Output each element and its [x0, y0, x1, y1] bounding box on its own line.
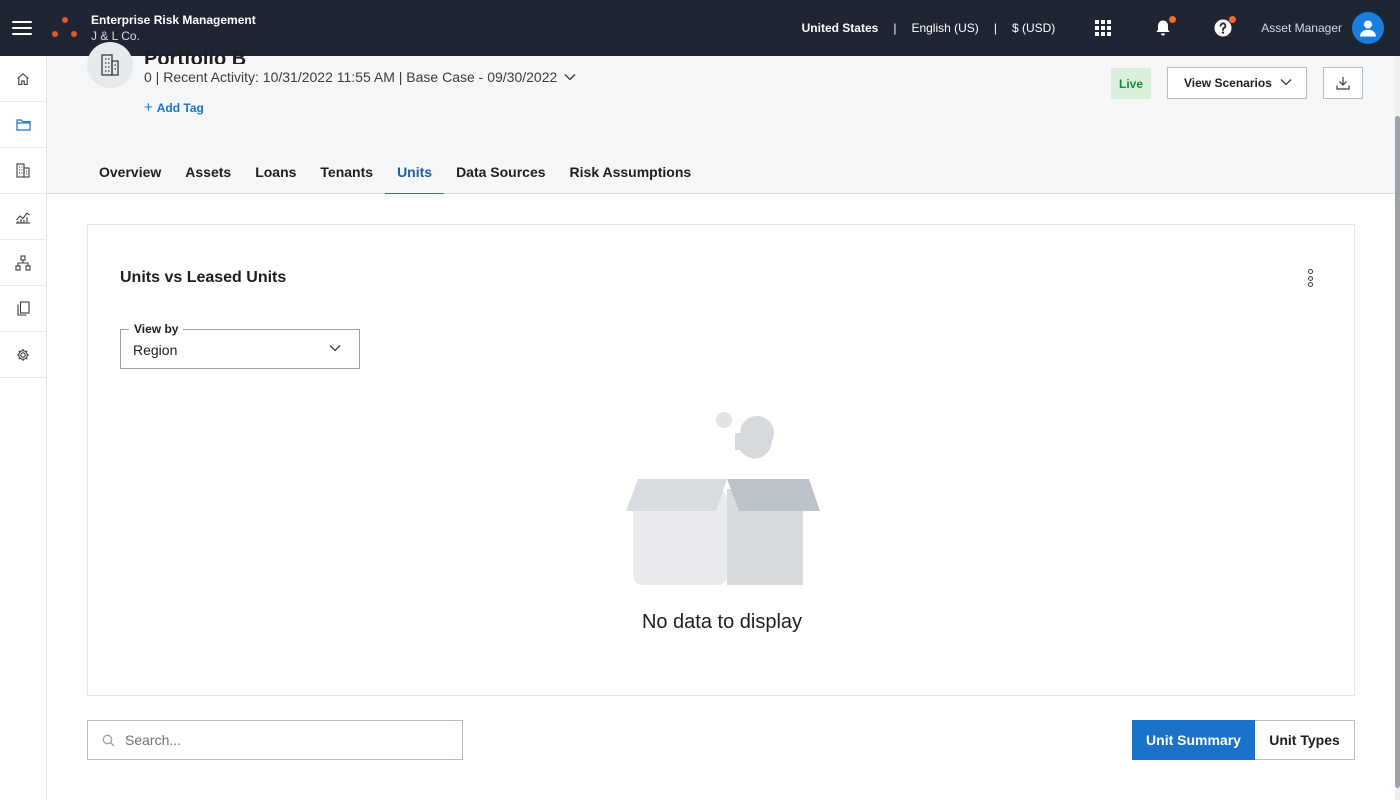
add-tag-label: Add Tag — [156, 101, 204, 115]
separator: | — [893, 21, 897, 35]
app-name: Enterprise Risk Management — [91, 13, 256, 27]
hierarchy-icon — [15, 254, 31, 271]
user-role[interactable]: Asset Manager — [1261, 21, 1342, 35]
chevron-down-icon — [1280, 79, 1292, 86]
view-by-select[interactable]: View by Region — [120, 322, 360, 369]
card-title: Units vs Leased Units — [120, 269, 287, 286]
language-selector[interactable]: English (US) — [911, 21, 978, 35]
tab-assets[interactable]: Assets — [173, 152, 243, 194]
empty-state-text: No data to display — [641, 611, 803, 633]
sidebar-item-analytics[interactable] — [0, 194, 46, 240]
view-scenarios-label: View Scenarios — [1184, 76, 1272, 90]
download-icon — [1336, 77, 1350, 90]
sidebar-item-hierarchy[interactable] — [0, 240, 46, 286]
tab-overview[interactable]: Overview — [87, 152, 173, 194]
tab-tenants[interactable]: Tenants — [308, 152, 385, 194]
tab-units[interactable]: Units — [385, 152, 445, 195]
sidebar-item-assets[interactable] — [0, 148, 46, 194]
more-options-icon[interactable] — [1306, 269, 1314, 287]
home-icon — [17, 72, 29, 85]
building-icon — [16, 163, 30, 178]
sidebar-item-home[interactable] — [0, 56, 46, 102]
search-box[interactable] — [87, 720, 463, 760]
notification-badge — [1169, 16, 1177, 23]
chevron-down-icon[interactable] — [564, 73, 576, 81]
unit-types-button[interactable]: Unit Types — [1255, 720, 1355, 760]
chart-icon — [16, 211, 30, 224]
tab-bar: Overview Assets Loans Tenants Units Data… — [47, 152, 1395, 195]
building-icon — [101, 54, 119, 76]
tab-risk-assumptions[interactable]: Risk Assumptions — [558, 152, 704, 194]
documents-icon — [16, 301, 30, 316]
bell-icon[interactable] — [1153, 16, 1177, 38]
company-logo — [52, 17, 78, 39]
currency-selector[interactable]: $ (USD) — [1012, 21, 1055, 35]
folder-icon — [15, 119, 31, 131]
user-icon — [1360, 20, 1376, 37]
notification-badge — [1229, 16, 1237, 23]
company-name: J & L Co. — [91, 29, 140, 43]
page-scrollbar[interactable] — [1395, 56, 1400, 800]
portfolio-meta-text: 0 | Recent Activity: 10/31/2022 11:55 AM… — [144, 69, 558, 85]
menu-icon[interactable] — [12, 21, 32, 35]
empty-box-illustration — [626, 412, 820, 585]
sidebar-item-documents[interactable] — [0, 286, 46, 332]
view-scenarios-button[interactable]: View Scenarios — [1167, 67, 1307, 99]
unit-summary-button[interactable]: Unit Summary — [1132, 720, 1255, 760]
add-tag-button[interactable]: + Add Tag — [144, 99, 204, 116]
scrollbar-thumb[interactable] — [1395, 116, 1400, 788]
download-button[interactable] — [1323, 67, 1363, 99]
sidebar — [0, 56, 47, 800]
sidebar-item-settings[interactable] — [0, 332, 46, 378]
help-icon[interactable] — [1213, 16, 1237, 38]
tab-data-sources[interactable]: Data Sources — [444, 152, 557, 194]
chevron-down-icon — [329, 345, 341, 352]
units-chart-card: Units vs Leased Units View by Region No … — [87, 224, 1355, 696]
search-icon — [102, 734, 115, 746]
view-by-value: Region — [133, 342, 178, 358]
plus-icon: + — [144, 99, 153, 116]
apps-grid-icon[interactable] — [1093, 18, 1113, 38]
gear-icon — [17, 348, 29, 361]
separator: | — [993, 21, 997, 35]
portfolio-avatar — [87, 42, 133, 88]
portfolio-meta: 0 | Recent Activity: 10/31/2022 11:55 AM… — [144, 69, 576, 85]
status-badge: Live — [1111, 68, 1151, 99]
tab-loans[interactable]: Loans — [243, 152, 308, 194]
unit-view-toggle: Unit Summary Unit Types — [1132, 720, 1355, 760]
view-by-label: View by — [129, 322, 184, 336]
sidebar-item-portfolios[interactable] — [0, 102, 46, 148]
page-title: Portfolio B — [144, 48, 247, 64]
brand: Enterprise Risk Management J & L Co. — [91, 12, 256, 44]
region-selector[interactable]: United States — [802, 21, 879, 35]
user-avatar[interactable] — [1352, 12, 1384, 44]
search-input[interactable] — [125, 732, 445, 748]
